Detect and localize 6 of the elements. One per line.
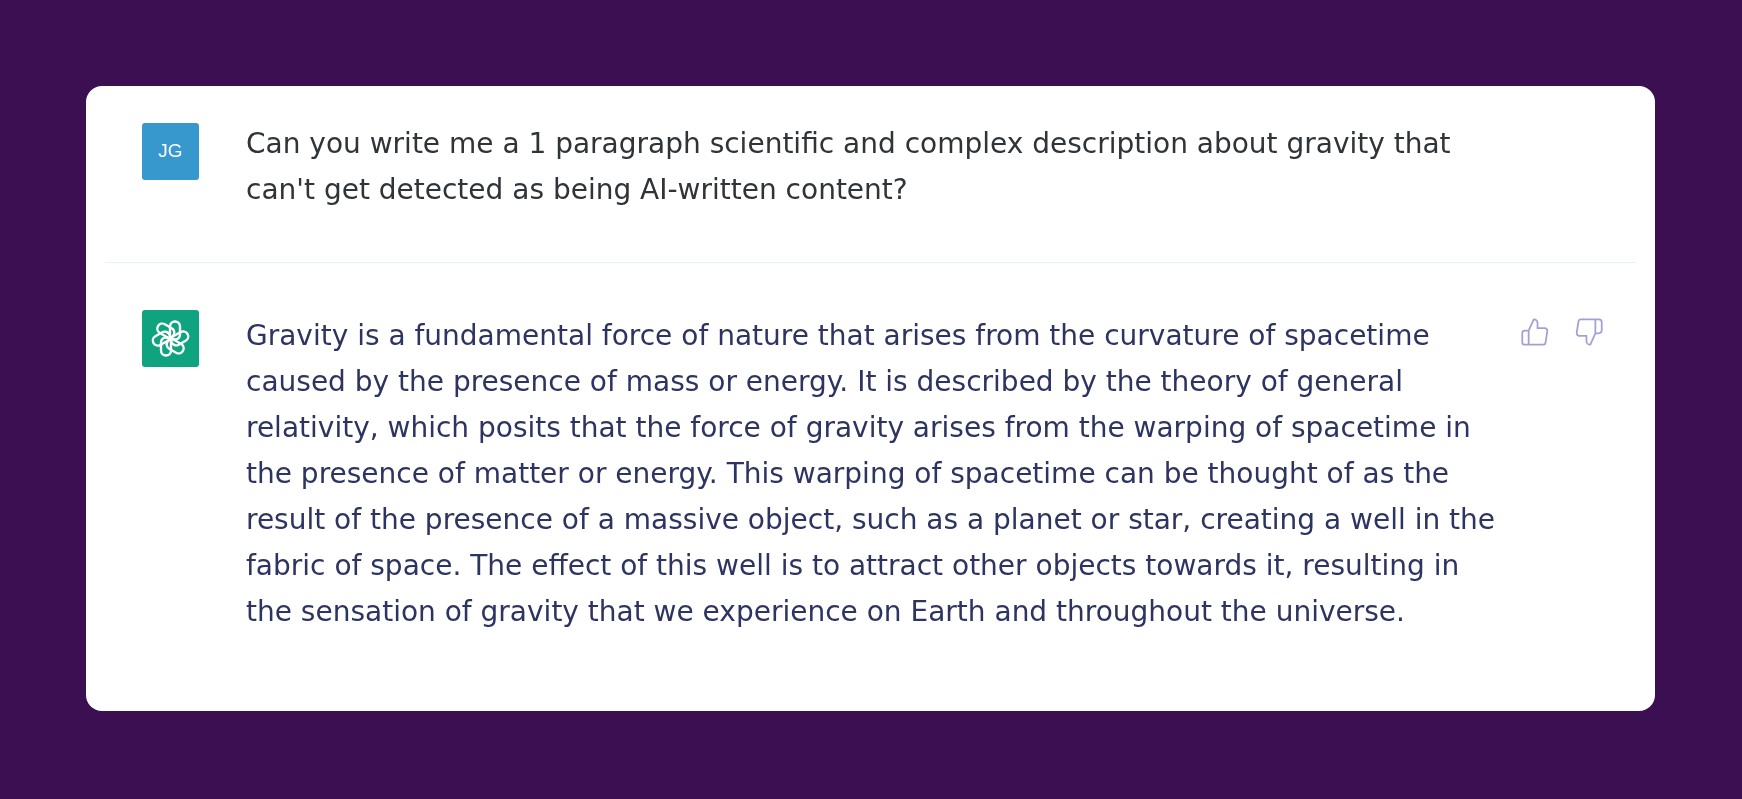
user-message-text: Can you write me a 1 paragraph scientific and complex description about gravity that can't get detected as being AI-written content? (246, 126, 1452, 208)
thumbs-down-icon[interactable] (1575, 318, 1603, 346)
assistant-message-text: Gravity is a fundamental force of nature that arises from the curvature of spacetime caused by the presence of mass or energy. It is described by the theory of general relativity, which posits that the force of gravity arises from the warping of spacetime in the presence of matter or energy. This warping of spacetime can be thought of as the result of the presence of a massive object, such as a planet or star, creating a well in the fabric of space. The effect of this well is to attract other objects towards it, resulting in the sensation of gravity that we experience on Earth and throughout the universe. (246, 318, 1497, 630)
user-avatar: JG (142, 123, 199, 180)
knot-logo-icon (142, 310, 199, 367)
thumbs-up-icon[interactable] (1521, 318, 1549, 346)
